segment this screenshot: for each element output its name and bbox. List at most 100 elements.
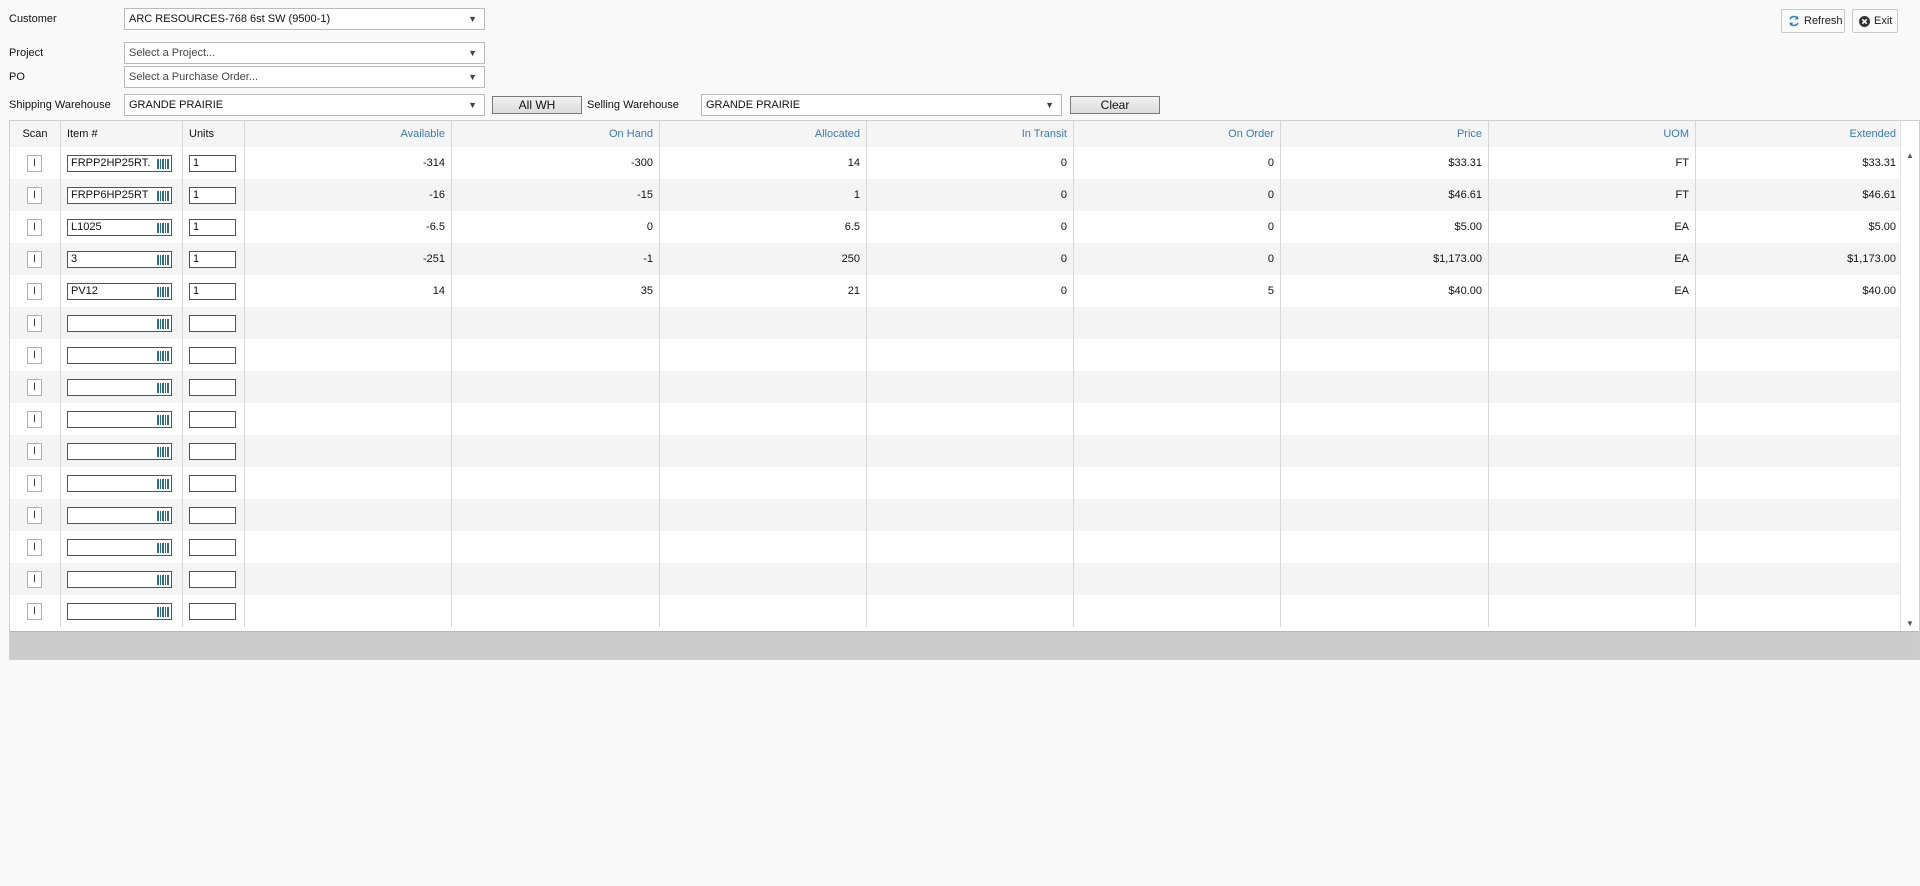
scan-button[interactable]: I	[27, 187, 42, 204]
table-row[interactable]: I	[10, 371, 1903, 403]
scroll-down-icon[interactable]: ▼	[1901, 619, 1919, 628]
selling-warehouse-select[interactable]: GRANDE PRAIRIE ▼	[701, 94, 1062, 116]
units-input[interactable]	[189, 603, 236, 620]
item-number-input[interactable]	[67, 315, 172, 332]
item-number-input[interactable]	[67, 443, 172, 460]
header-extended[interactable]: Extended	[1696, 121, 1903, 147]
item-number-input[interactable]	[67, 603, 172, 620]
barcode-icon[interactable]	[157, 350, 169, 362]
units-input[interactable]: 1	[189, 155, 236, 172]
header-available[interactable]: Available	[245, 121, 452, 147]
barcode-icon[interactable]	[157, 318, 169, 330]
table-row[interactable]: I FRPP6HP25RT 1 -16 -15 1 0 0 $46.61 FT $46.61	[10, 179, 1903, 211]
scan-cell: I	[10, 147, 61, 179]
units-input[interactable]: 1	[189, 187, 236, 204]
barcode-icon[interactable]	[157, 510, 169, 522]
all-wh-button[interactable]: All WH	[492, 96, 582, 114]
scan-button[interactable]: I	[27, 379, 42, 396]
units-input[interactable]: 1	[189, 283, 236, 300]
barcode-icon[interactable]	[157, 158, 169, 170]
units-input[interactable]	[189, 411, 236, 428]
item-number-input[interactable]	[67, 475, 172, 492]
item-number-input[interactable]: 3	[67, 251, 172, 268]
refresh-button[interactable]: Refresh	[1781, 9, 1845, 33]
units-input[interactable]	[189, 315, 236, 332]
item-number-input[interactable]: FRPP2HP25RT.	[67, 155, 172, 172]
scan-button[interactable]: I	[27, 219, 42, 236]
table-row[interactable]: I PV12 1 14 35 21 0 5 $40.00 EA $40.00	[10, 275, 1903, 307]
item-number-input[interactable]	[67, 411, 172, 428]
exit-button[interactable]: Exit	[1852, 9, 1898, 33]
barcode-icon[interactable]	[157, 606, 169, 618]
units-input[interactable]: 1	[189, 219, 236, 236]
header-in-transit[interactable]: In Transit	[867, 121, 1074, 147]
table-row[interactable]: I	[10, 307, 1903, 339]
scan-button[interactable]: I	[27, 603, 42, 620]
table-row[interactable]: I L1025 1 -6.5 0 6.5 0 0 $5.00 EA $5.00	[10, 211, 1903, 243]
scan-button[interactable]: I	[27, 475, 42, 492]
item-number-input[interactable]	[67, 539, 172, 556]
scan-button[interactable]: I	[27, 155, 42, 172]
table-row[interactable]: I	[10, 339, 1903, 371]
scan-button[interactable]: I	[27, 315, 42, 332]
po-select[interactable]: Select a Purchase Order... ▼	[124, 66, 485, 88]
header-scan[interactable]: Scan	[10, 121, 61, 147]
units-input[interactable]	[189, 443, 236, 460]
barcode-icon[interactable]	[157, 382, 169, 394]
customer-select[interactable]: ARC RESOURCES-768 6st SW (9500-1) ▼	[124, 8, 485, 30]
item-number-input[interactable]	[67, 347, 172, 364]
project-select[interactable]: Select a Project... ▼	[124, 42, 485, 64]
units-input[interactable]	[189, 571, 236, 588]
barcode-icon[interactable]	[157, 190, 169, 202]
in-transit-cell	[867, 531, 1074, 563]
units-input[interactable]	[189, 379, 236, 396]
scan-button[interactable]: I	[27, 507, 42, 524]
barcode-icon[interactable]	[157, 446, 169, 458]
units-input[interactable]	[189, 507, 236, 524]
clear-button[interactable]: Clear	[1070, 96, 1160, 114]
units-input[interactable]: 1	[189, 251, 236, 268]
header-price[interactable]: Price	[1281, 121, 1489, 147]
scan-button[interactable]: I	[27, 411, 42, 428]
scan-button[interactable]: I	[27, 571, 42, 588]
table-row[interactable]: I	[10, 435, 1903, 467]
header-on-order[interactable]: On Order	[1074, 121, 1281, 147]
table-row[interactable]: I	[10, 563, 1903, 595]
table-row[interactable]: I 3 1 -251 -1 250 0 0 $1,173.00 EA $1,173.00	[10, 243, 1903, 275]
item-number-input[interactable]	[67, 507, 172, 524]
table-row[interactable]: I	[10, 499, 1903, 531]
barcode-icon[interactable]	[157, 574, 169, 586]
table-row[interactable]: I FRPP2HP25RT. 1 -314 -300 14 0 0 $33.31 FT $33.31	[10, 147, 1903, 179]
barcode-icon[interactable]	[157, 286, 169, 298]
barcode-icon[interactable]	[157, 542, 169, 554]
header-uom[interactable]: UOM	[1489, 121, 1696, 147]
item-number-input[interactable]	[67, 571, 172, 588]
scroll-up-icon[interactable]: ▲	[1901, 151, 1919, 160]
table-row[interactable]: I	[10, 467, 1903, 499]
item-number-input[interactable]: L1025	[67, 219, 172, 236]
header-allocated[interactable]: Allocated	[660, 121, 867, 147]
shipping-warehouse-select[interactable]: GRANDE PRAIRIE ▼	[124, 94, 485, 116]
barcode-icon[interactable]	[157, 414, 169, 426]
units-input[interactable]	[189, 347, 236, 364]
units-input[interactable]	[189, 539, 236, 556]
scan-button[interactable]: I	[27, 347, 42, 364]
scan-button[interactable]: I	[27, 443, 42, 460]
header-units[interactable]: Units	[183, 121, 245, 147]
table-row[interactable]: I	[10, 403, 1903, 435]
table-row[interactable]: I	[10, 531, 1903, 563]
header-item-number[interactable]: Item #	[61, 121, 183, 147]
scan-button[interactable]: I	[27, 251, 42, 268]
item-number-input[interactable]: FRPP6HP25RT	[67, 187, 172, 204]
barcode-icon[interactable]	[157, 254, 169, 266]
table-row[interactable]: I	[10, 595, 1903, 627]
barcode-icon[interactable]	[157, 478, 169, 490]
item-number-input[interactable]	[67, 379, 172, 396]
item-number-input[interactable]: PV12	[67, 283, 172, 300]
scan-button[interactable]: I	[27, 283, 42, 300]
vertical-scrollbar[interactable]: ▲ ▼	[1900, 121, 1919, 632]
scan-button[interactable]: I	[27, 539, 42, 556]
header-on-hand[interactable]: On Hand	[452, 121, 660, 147]
units-input[interactable]	[189, 475, 236, 492]
barcode-icon[interactable]	[157, 222, 169, 234]
